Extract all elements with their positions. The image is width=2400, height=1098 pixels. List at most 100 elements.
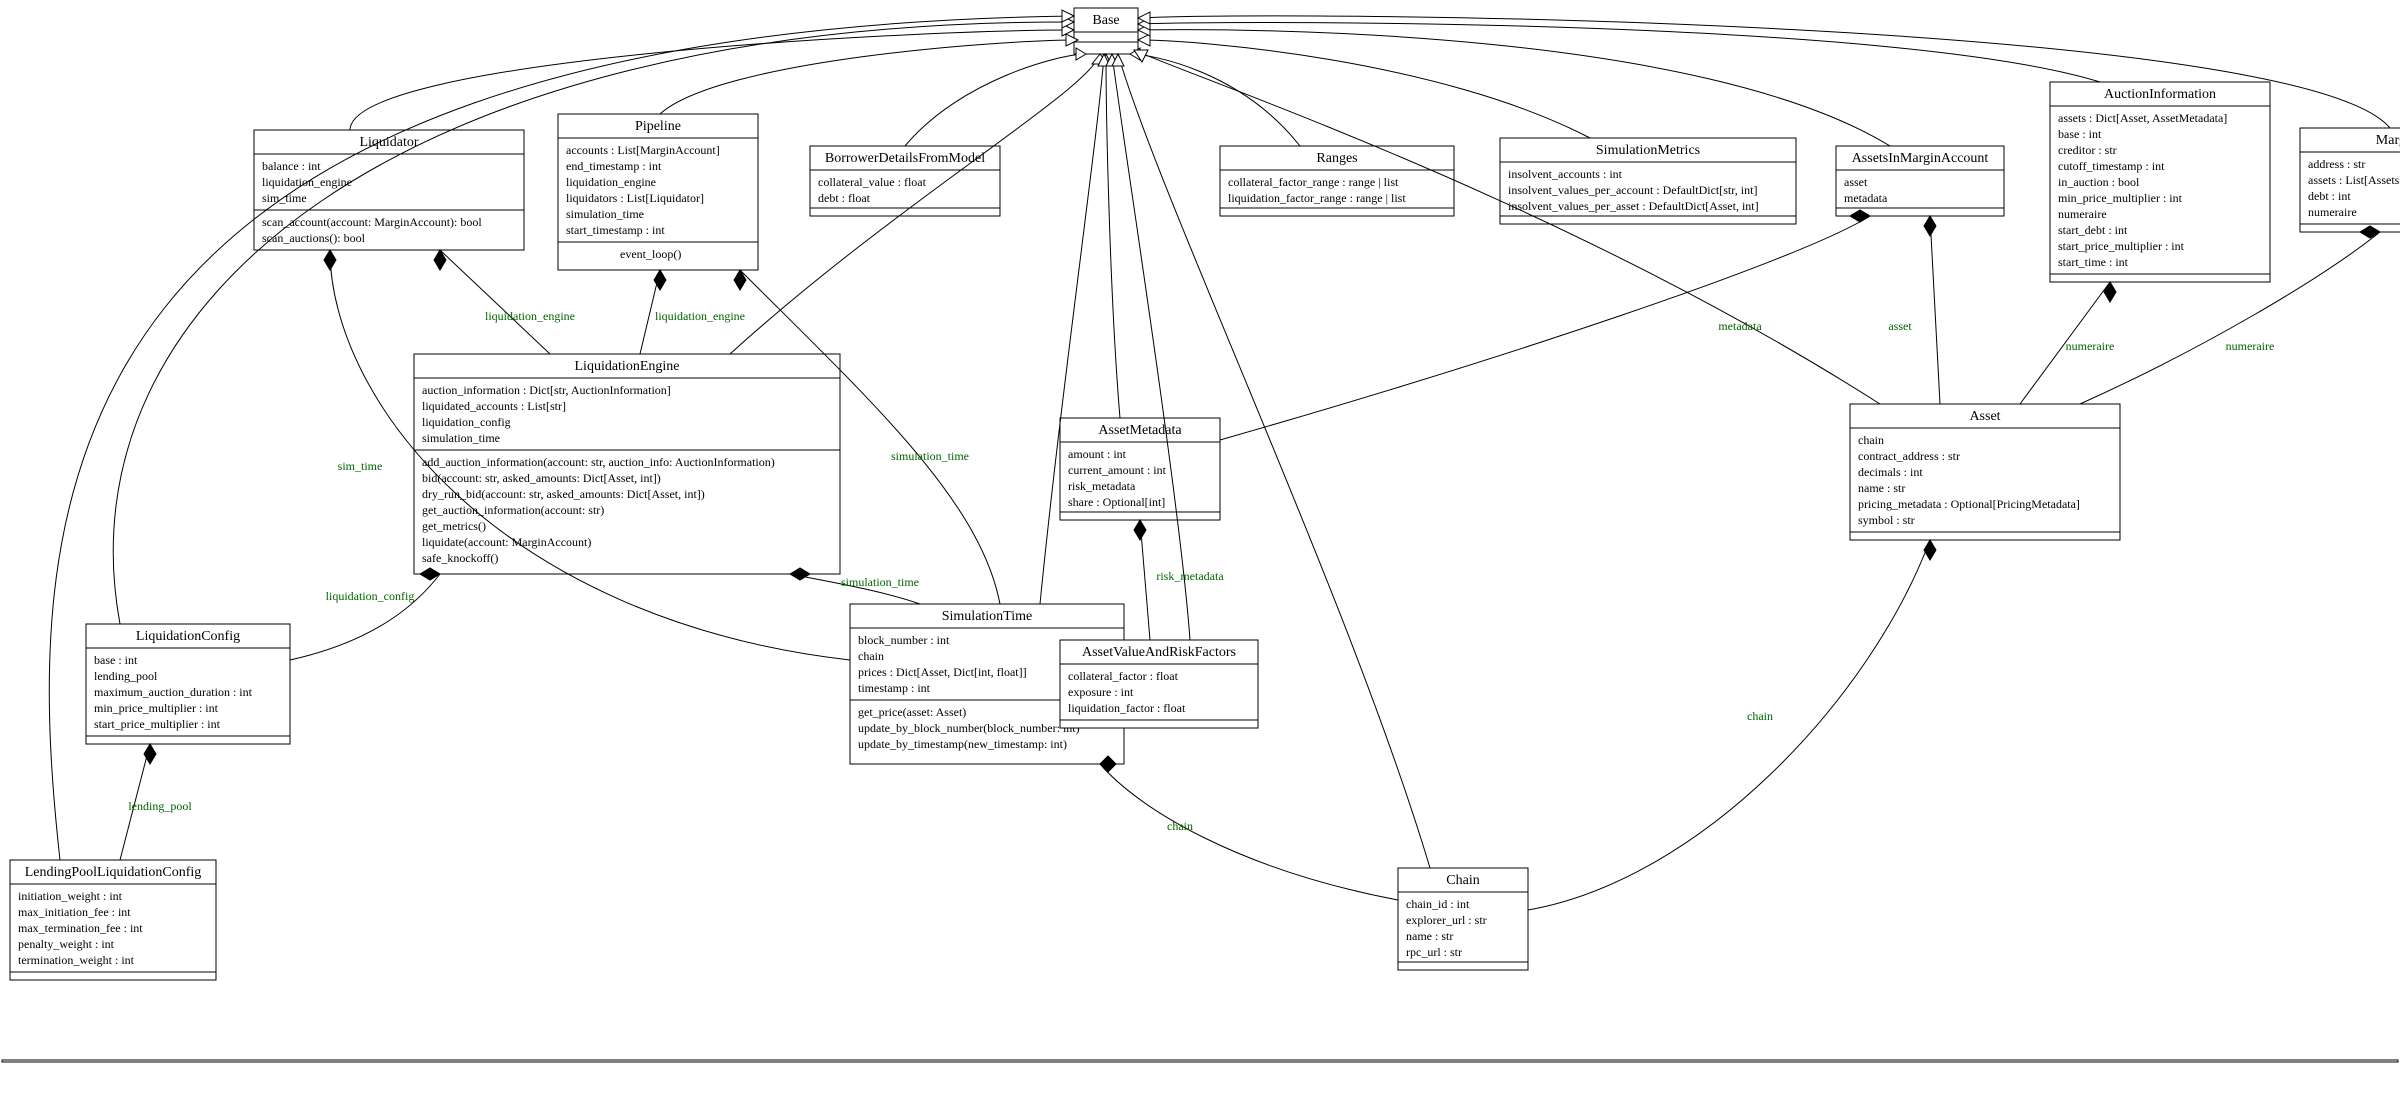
svg-text:insolvent_values_per_asset : D: insolvent_values_per_asset : DefaultDict… [1508, 199, 1759, 213]
svg-text:risk_metadata: risk_metadata [1068, 479, 1136, 493]
svg-text:dry_run_bid(account: str, aske: dry_run_bid(account: str, asked_amounts:… [422, 487, 705, 501]
svg-text:bid(account: str, asked_amount: bid(account: str, asked_amounts: Dict[As… [422, 471, 661, 485]
svg-text:AssetValueAndRiskFactors: AssetValueAndRiskFactors [1082, 645, 1236, 660]
svg-text:cutoff_timestamp : int: cutoff_timestamp : int [2058, 159, 2165, 173]
svg-text:update_by_timestamp(new_timest: update_by_timestamp(new_timestamp: int) [858, 737, 1067, 751]
svg-text:max_initiation_fee : int: max_initiation_fee : int [18, 905, 131, 919]
svg-text:update_by_block_number(block_n: update_by_block_number(block_number: int… [858, 721, 1080, 735]
svg-text:address : str: address : str [2308, 157, 2365, 171]
class-asset: Asset chain contract_address : str decim… [1850, 404, 2120, 540]
class-borrowerdetails: BorrowerDetailsFromModel collateral_valu… [810, 146, 1000, 216]
svg-text:get_auction_information(accoun: get_auction_information(account: str) [422, 503, 604, 517]
svg-text:simulation_time: simulation_time [891, 449, 969, 463]
svg-text:pricing_metadata : Optional[Pr: pricing_metadata : Optional[PricingMetad… [1858, 497, 2080, 511]
svg-text:exposure : int: exposure : int [1068, 685, 1134, 699]
svg-text:sim_time: sim_time [338, 459, 383, 473]
svg-text:auction_information : Dict[str: auction_information : Dict[str, AuctionI… [422, 383, 671, 397]
svg-text:lending_pool: lending_pool [128, 799, 192, 813]
svg-text:Chain: Chain [1446, 873, 1479, 888]
svg-text:Pipeline: Pipeline [635, 119, 681, 134]
svg-text:simulation_time: simulation_time [566, 207, 644, 221]
svg-text:SimulationTime: SimulationTime [942, 609, 1033, 624]
svg-text:termination_weight : int: termination_weight : int [18, 953, 135, 967]
svg-text:liquidation_factor_range : ran: liquidation_factor_range : range | list [1228, 191, 1406, 205]
svg-text:liquidation_engine: liquidation_engine [485, 309, 575, 323]
svg-text:share : Optional[int]: share : Optional[int] [1068, 495, 1165, 509]
svg-text:AssetMetadata: AssetMetadata [1098, 423, 1182, 438]
svg-text:liquidation_engine: liquidation_engine [566, 175, 656, 189]
class-marginaccount: MarginAccount address : str assets : Lis… [2300, 128, 2400, 232]
svg-text:chain: chain [858, 649, 884, 663]
svg-text:sim_time: sim_time [262, 191, 307, 205]
class-chain: Chain chain_id : int explorer_url : str … [1398, 868, 1528, 970]
svg-text:explorer_url : str: explorer_url : str [1406, 913, 1487, 927]
svg-text:initiation_weight : int: initiation_weight : int [18, 889, 123, 903]
svg-text:metadata: metadata [1718, 319, 1762, 333]
svg-text:collateral_factor_range : rang: collateral_factor_range : range | list [1228, 175, 1399, 189]
class-liquidationengine: LiquidationEngine auction_information : … [414, 354, 840, 574]
svg-text:liquidation_engine: liquidation_engine [655, 309, 745, 323]
svg-text:start_timestamp : int: start_timestamp : int [566, 223, 665, 237]
svg-text:safe_knockoff(): safe_knockoff() [422, 551, 498, 565]
svg-text:end_timestamp : int: end_timestamp : int [566, 159, 662, 173]
svg-text:collateral_value : float: collateral_value : float [818, 175, 927, 189]
svg-text:assets : Dict[Asset, AssetMeta: assets : Dict[Asset, AssetMetadata] [2058, 111, 2227, 125]
svg-text:LendingPoolLiquidationConfig: LendingPoolLiquidationConfig [25, 865, 202, 880]
svg-text:LiquidationEngine: LiquidationEngine [575, 359, 680, 374]
svg-text:insolvent_values_per_account :: insolvent_values_per_account : DefaultDi… [1508, 183, 1757, 197]
class-base: Base [1074, 8, 1138, 54]
svg-text:min_price_multiplier : int: min_price_multiplier : int [94, 701, 219, 715]
svg-text:start_price_multiplier : int: start_price_multiplier : int [2058, 239, 2185, 253]
class-assetmetadata: AssetMetadata amount : int current_amoun… [1060, 418, 1220, 520]
svg-text:lending_pool: lending_pool [94, 669, 158, 683]
svg-text:start_debt : int: start_debt : int [2058, 223, 2128, 237]
svg-text:liquidation_factor : float: liquidation_factor : float [1068, 701, 1186, 715]
svg-text:Base: Base [1092, 13, 1119, 28]
class-lendingpoolconfig: LendingPoolLiquidationConfig initiation_… [10, 860, 216, 980]
svg-text:numeraire: numeraire [2058, 207, 2107, 221]
svg-text:Asset: Asset [1969, 409, 2000, 424]
svg-text:accounts : List[MarginAccount]: accounts : List[MarginAccount] [566, 143, 720, 157]
svg-text:name : str: name : str [1858, 481, 1905, 495]
svg-text:event_loop(): event_loop() [620, 247, 681, 261]
svg-text:base : int: base : int [2058, 127, 2102, 141]
svg-text:AuctionInformation: AuctionInformation [2104, 87, 2216, 102]
svg-text:chain_id : int: chain_id : int [1406, 897, 1470, 911]
class-auctioninformation: AuctionInformation assets : Dict[Asset, … [2050, 82, 2270, 282]
class-ranges: Ranges collateral_factor_range : range |… [1220, 146, 1454, 216]
svg-text:name : str: name : str [1406, 929, 1453, 943]
svg-text:amount : int: amount : int [1068, 447, 1127, 461]
svg-text:rpc_url : str: rpc_url : str [1406, 945, 1462, 959]
svg-text:penalty_weight : int: penalty_weight : int [18, 937, 115, 951]
svg-text:contract_address : str: contract_address : str [1858, 449, 1960, 463]
svg-text:risk_metadata: risk_metadata [1156, 569, 1224, 583]
svg-text:start_time : int: start_time : int [2058, 255, 2129, 269]
svg-text:start_price_multiplier : int: start_price_multiplier : int [94, 717, 221, 731]
svg-text:prices : Dict[Asset, Dict[int,: prices : Dict[Asset, Dict[int, float]] [858, 665, 1027, 679]
svg-text:block_number : int: block_number : int [858, 633, 950, 647]
svg-text:MarginAccount: MarginAccount [2376, 133, 2400, 148]
svg-text:insolvent_accounts : int: insolvent_accounts : int [1508, 167, 1623, 181]
svg-text:get_metrics(): get_metrics() [422, 519, 486, 533]
svg-text:chain: chain [1858, 433, 1884, 447]
svg-text:assets : List[AssetsInMarginAc: assets : List[AssetsInMarginAccount] [2308, 173, 2400, 187]
svg-text:asset: asset [1888, 319, 1912, 333]
svg-text:simulation_time: simulation_time [422, 431, 500, 445]
svg-text:liquidate(account: MarginAccou: liquidate(account: MarginAccount) [422, 535, 591, 549]
svg-text:symbol : str: symbol : str [1858, 513, 1915, 527]
class-simulationmetrics: SimulationMetrics insolvent_accounts : i… [1500, 138, 1796, 224]
svg-text:in_auction : bool: in_auction : bool [2058, 175, 2140, 189]
svg-text:creditor : str: creditor : str [2058, 143, 2117, 157]
svg-text:balance : int: balance : int [262, 159, 321, 173]
class-liquidationconfig: LiquidationConfig base : int lending_poo… [86, 624, 290, 744]
svg-text:min_price_multiplier : int: min_price_multiplier : int [2058, 191, 2183, 205]
svg-text:asset: asset [1844, 175, 1868, 189]
svg-text:debt : float: debt : float [818, 191, 871, 205]
svg-text:base : int: base : int [94, 653, 138, 667]
svg-text:get_price(asset: Asset): get_price(asset: Asset) [858, 705, 966, 719]
class-assetvalueandriskfactors: AssetValueAndRiskFactors collateral_fact… [1060, 640, 1258, 728]
svg-text:Ranges: Ranges [1316, 151, 1357, 166]
svg-text:metadata: metadata [1844, 191, 1888, 205]
svg-text:liquidation_config: liquidation_config [422, 415, 511, 429]
svg-text:numeraire: numeraire [2226, 339, 2275, 353]
